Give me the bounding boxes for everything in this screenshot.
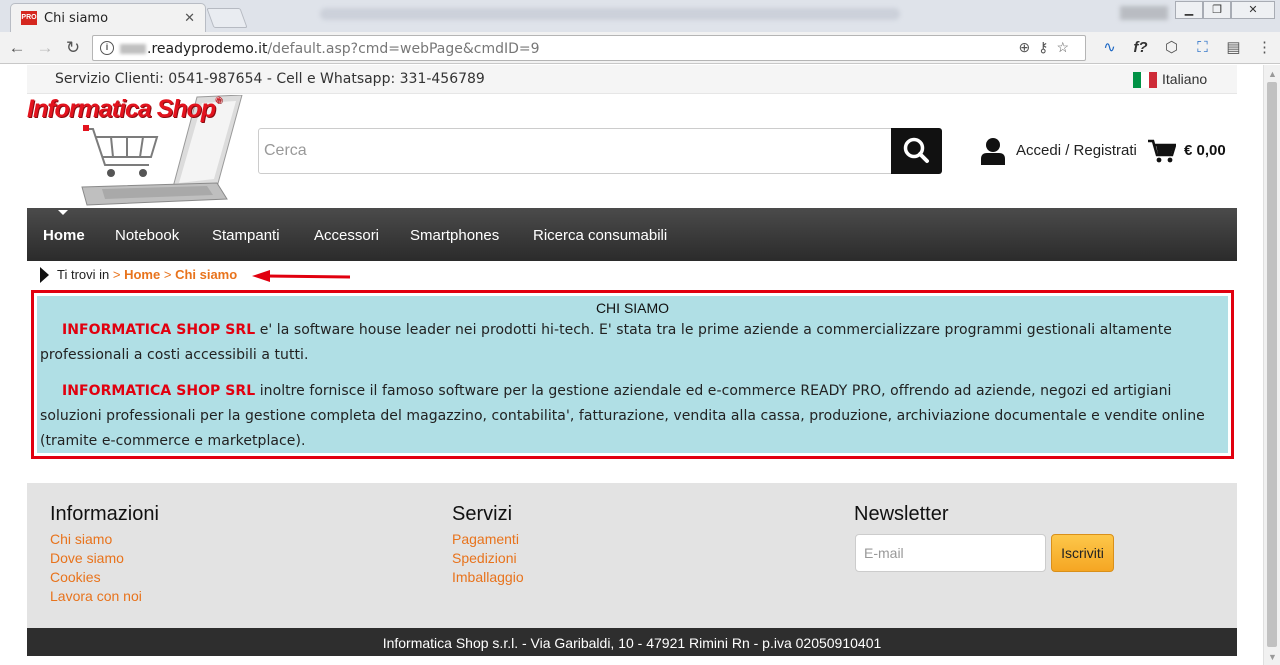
site-logo[interactable]: Informatica Shop®	[27, 94, 247, 207]
search-icon	[903, 137, 929, 163]
subscribe-button[interactable]: Iscriviti	[1051, 534, 1114, 572]
nav-item-notebook[interactable]: Notebook	[115, 227, 179, 244]
window-title-blurred	[320, 8, 900, 20]
logo-name: Informatica Shop	[27, 95, 216, 123]
browser-titlebar: PRO Chi siamo ✕ ▁ ❐ ✕	[0, 0, 1280, 32]
scrollbar-thumb[interactable]	[1267, 82, 1277, 647]
footer-link-spedizioni[interactable]: Spedizioni	[452, 550, 517, 566]
footer-link-cookies[interactable]: Cookies	[50, 569, 101, 585]
back-icon[interactable]: ←	[6, 37, 28, 59]
breadcrumb-arrow-icon	[40, 266, 49, 283]
url-blurred	[120, 44, 146, 54]
italian-flag-icon[interactable]	[1133, 72, 1157, 88]
extension-cube-icon[interactable]: ⬡	[1156, 38, 1187, 56]
footer-bottom-bar: Informatica Shop s.r.l. - Via Garibaldi,…	[27, 628, 1237, 656]
customer-service-text: Servizio Clienti: 0541-987654 - Cell e W…	[55, 71, 485, 87]
about-paragraph-1: INFORMATICA SHOP SRL e' la software hous…	[40, 318, 1225, 368]
user-icon[interactable]	[981, 137, 1005, 165]
footer-link-dove-siamo[interactable]: Dove siamo	[50, 550, 124, 566]
extension-screen-icon[interactable]: ⛶	[1187, 39, 1218, 56]
page-scrollbar[interactable]: ▲ ▼	[1263, 65, 1280, 665]
footer-info-heading: Informazioni	[50, 503, 159, 525]
minimize-icon[interactable]: ▁	[1175, 1, 1203, 19]
newsletter-email-input[interactable]	[855, 534, 1046, 572]
breadcrumb-separator: >	[112, 267, 121, 282]
breadcrumb-prefix: Ti trovi in	[57, 267, 110, 282]
footer-link-pagamenti[interactable]: Pagamenti	[452, 531, 519, 547]
favicon-icon: PRO	[21, 11, 37, 25]
login-register-link[interactable]: Accedi / Registrati	[1016, 142, 1137, 159]
search-input[interactable]	[258, 128, 892, 174]
extension-fx-icon[interactable]: f?	[1125, 39, 1156, 56]
close-window-icon[interactable]: ✕	[1231, 1, 1275, 19]
cart-icon[interactable]	[1148, 139, 1176, 163]
footer-link-imballaggio[interactable]: Imballaggio	[452, 569, 524, 585]
reload-icon[interactable]: ↻	[62, 37, 84, 59]
bookmark-star-icon[interactable]: ☆	[1056, 39, 1077, 55]
profile-blurred[interactable]	[1120, 6, 1168, 20]
nav-item-stampanti[interactable]: Stampanti	[212, 227, 280, 244]
nav-item-ricerca-consumabili[interactable]: Ricerca consumabili	[533, 227, 667, 244]
logo-text: Informatica Shop®	[27, 95, 222, 124]
footer-link-lavora-con-noi[interactable]: Lavora con noi	[50, 588, 142, 604]
about-content: CHI SIAMO INFORMATICA SHOP SRL e' la sof…	[37, 296, 1228, 453]
breadcrumb-home-link[interactable]: Home	[124, 267, 160, 282]
maximize-icon[interactable]: ❐	[1203, 1, 1231, 19]
logo-reg: ®	[215, 95, 222, 105]
browser-tab[interactable]: PRO Chi siamo ✕	[10, 3, 206, 32]
footer: Informazioni Chi siamo Dove siamo Cookie…	[27, 483, 1237, 628]
nav-item-home[interactable]: Home	[43, 227, 85, 244]
extension-pdf-icon[interactable]: ▤	[1218, 38, 1249, 56]
main-navbar: Home Notebook Stampanti Accessori Smartp…	[27, 208, 1237, 261]
browser-toolbar: ← → ↻ i .readyprodemo.it/default.asp?cmd…	[0, 32, 1280, 64]
nav-item-accessori[interactable]: Accessori	[314, 227, 379, 244]
breadcrumb-separator: >	[163, 267, 172, 282]
address-bar[interactable]: i .readyprodemo.it/default.asp?cmd=webPa…	[92, 35, 1086, 61]
brand-name: INFORMATICA SHOP SRL	[62, 383, 256, 399]
red-arrow-annotation-icon	[252, 270, 351, 282]
omnibox-icons: ⊕⚷☆	[1018, 39, 1077, 56]
scroll-down-icon[interactable]: ▼	[1268, 652, 1277, 662]
language-selector[interactable]: Italiano	[1162, 71, 1207, 87]
menu-icon[interactable]: ⋮	[1249, 38, 1280, 56]
company-address: Informatica Shop s.r.l. - Via Garibaldi,…	[382, 635, 882, 651]
extension-wave-icon[interactable]: ∿	[1094, 38, 1125, 56]
url-path: /default.asp?cmd=webPage&cmdID=9	[267, 41, 540, 57]
top-info-bar: Servizio Clienti: 0541-987654 - Cell e W…	[27, 65, 1237, 94]
content-highlight-box: CHI SIAMO INFORMATICA SHOP SRL e' la sof…	[31, 290, 1234, 459]
nav-item-smartphones[interactable]: Smartphones	[410, 227, 499, 244]
breadcrumb-current[interactable]: Chi siamo	[175, 267, 237, 282]
brand-name: INFORMATICA SHOP SRL	[62, 322, 256, 338]
key-icon[interactable]: ⚷	[1038, 39, 1056, 55]
page-title: CHI SIAMO	[595, 300, 670, 316]
footer-services-heading: Servizi	[452, 503, 513, 525]
url-text: .readyprodemo.it/default.asp?cmd=webPage…	[147, 41, 540, 57]
footer-newsletter-heading: Newsletter	[854, 503, 949, 525]
close-tab-icon[interactable]: ✕	[184, 10, 195, 26]
footer-link-chi-siamo[interactable]: Chi siamo	[50, 531, 112, 547]
web-page: Servizio Clienti: 0541-987654 - Cell e W…	[0, 65, 1280, 665]
cart-total[interactable]: € 0,00	[1184, 142, 1226, 159]
about-paragraph-2: INFORMATICA SHOP SRL inoltre fornisce il…	[40, 379, 1225, 454]
info-icon[interactable]: i	[100, 41, 114, 55]
breadcrumb: Ti trovi in > Home > Chi siamo	[40, 266, 237, 284]
scroll-up-icon[interactable]: ▲	[1268, 69, 1277, 79]
url-host: .readyprodemo.it	[147, 41, 268, 57]
new-tab-button[interactable]	[206, 8, 248, 28]
extensions: ∿ f? ⬡ ⛶ ▤ ⋮	[1094, 38, 1280, 56]
search-button[interactable]	[891, 128, 942, 174]
forward-icon[interactable]: →	[34, 37, 56, 59]
zoom-icon[interactable]: ⊕	[1018, 39, 1038, 55]
active-caret-icon	[58, 210, 68, 215]
tab-title: Chi siamo	[44, 11, 109, 26]
